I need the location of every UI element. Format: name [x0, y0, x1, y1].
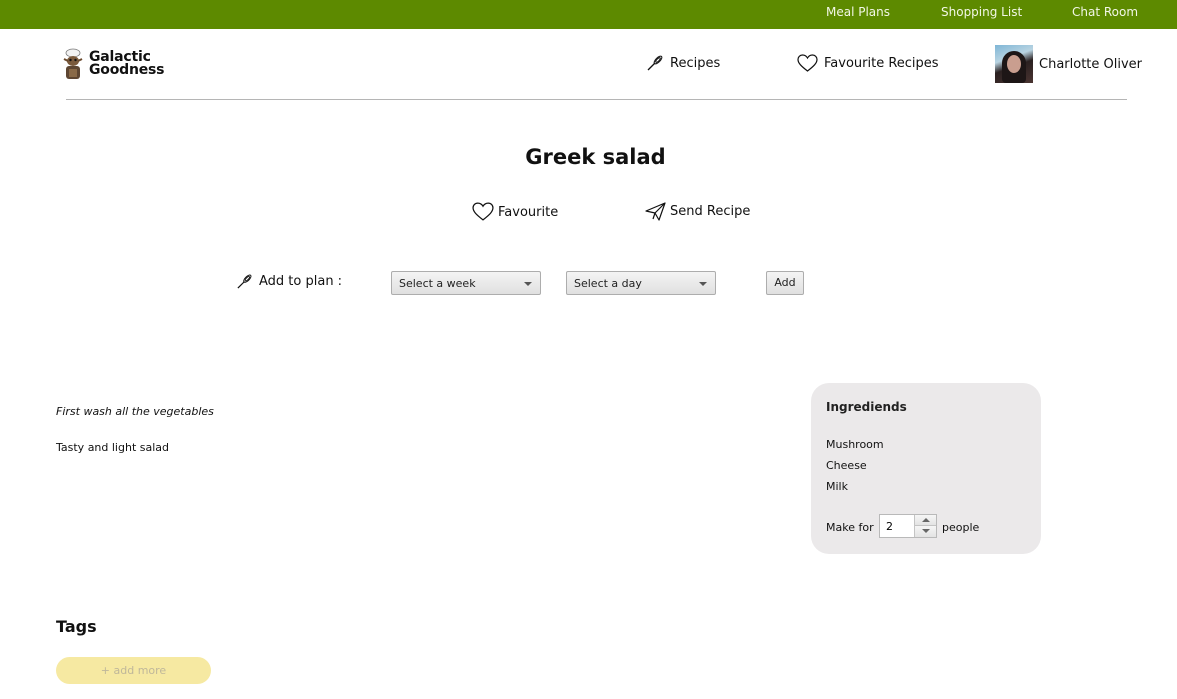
day-select-value: Select a day	[574, 277, 642, 290]
ingredient-item: Milk	[826, 480, 848, 493]
chevron-up-icon	[922, 518, 930, 522]
whisk-icon	[237, 274, 252, 289]
chat-room-link[interactable]: Chat Room	[1072, 5, 1138, 19]
servings-input[interactable]	[880, 515, 918, 537]
favourite-recipes-nav-link[interactable]: Favourite Recipes	[797, 54, 939, 73]
avatar[interactable]	[995, 45, 1033, 83]
whisk-icon	[647, 55, 663, 71]
ingredient-item: Mushroom	[826, 438, 884, 451]
day-select[interactable]: Select a day	[566, 271, 716, 295]
logo[interactable]: Galactic Goodness	[61, 47, 181, 83]
chevron-down-icon	[524, 282, 532, 286]
make-for-label: Make for	[826, 521, 874, 534]
week-select-value: Select a week	[399, 277, 476, 290]
logo-text: Galactic Goodness	[89, 50, 165, 78]
recipe-step: First wash all the vegetables	[56, 405, 214, 418]
user-name[interactable]: Charlotte Oliver	[1039, 57, 1142, 72]
favourite-label: Favourite	[498, 204, 559, 220]
decrement-button[interactable]	[914, 526, 936, 537]
heart-icon	[797, 54, 818, 72]
recipes-nav-link[interactable]: Recipes	[646, 54, 720, 72]
send-recipe-button[interactable]: Send Recipe	[645, 202, 750, 221]
header-divider	[66, 99, 1127, 100]
people-label: people	[942, 521, 980, 534]
favourite-recipes-nav-label: Favourite Recipes	[824, 56, 939, 71]
chevron-down-icon	[699, 282, 707, 286]
heart-icon	[472, 202, 494, 221]
servings-stepper[interactable]	[879, 514, 937, 538]
add-to-plan-text: Add to plan :	[259, 274, 343, 289]
ingredient-item: Cheese	[826, 459, 867, 472]
chevron-down-icon	[922, 529, 930, 533]
chef-mascot-icon	[63, 48, 83, 79]
add-to-plan-label: Add to plan :	[236, 273, 342, 290]
recipes-nav-label: Recipes	[670, 55, 721, 71]
recipe-title: Greek salad	[525, 145, 666, 169]
top-navigation-bar: Meal Plans Shopping List Chat Room	[0, 0, 1177, 29]
week-select[interactable]: Select a week	[391, 271, 541, 295]
favourite-button[interactable]: Favourite	[472, 202, 558, 222]
recipe-description: Tasty and light salad	[56, 441, 170, 454]
tags-title: Tags	[56, 617, 97, 636]
shopping-list-link[interactable]: Shopping List	[941, 5, 1022, 19]
ingredients-title: Ingrediends	[826, 400, 907, 414]
send-recipe-label: Send Recipe	[670, 204, 751, 219]
logo-line-2: Goodness	[89, 62, 165, 78]
paper-plane-icon	[645, 202, 666, 221]
increment-button[interactable]	[914, 515, 936, 526]
add-to-plan-button[interactable]: Add	[766, 271, 804, 295]
add-tag-button[interactable]: + add more	[56, 657, 211, 684]
ingredients-panel: Ingrediends Mushroom Cheese Milk Make fo…	[811, 383, 1041, 554]
meal-plans-link[interactable]: Meal Plans	[826, 5, 890, 19]
